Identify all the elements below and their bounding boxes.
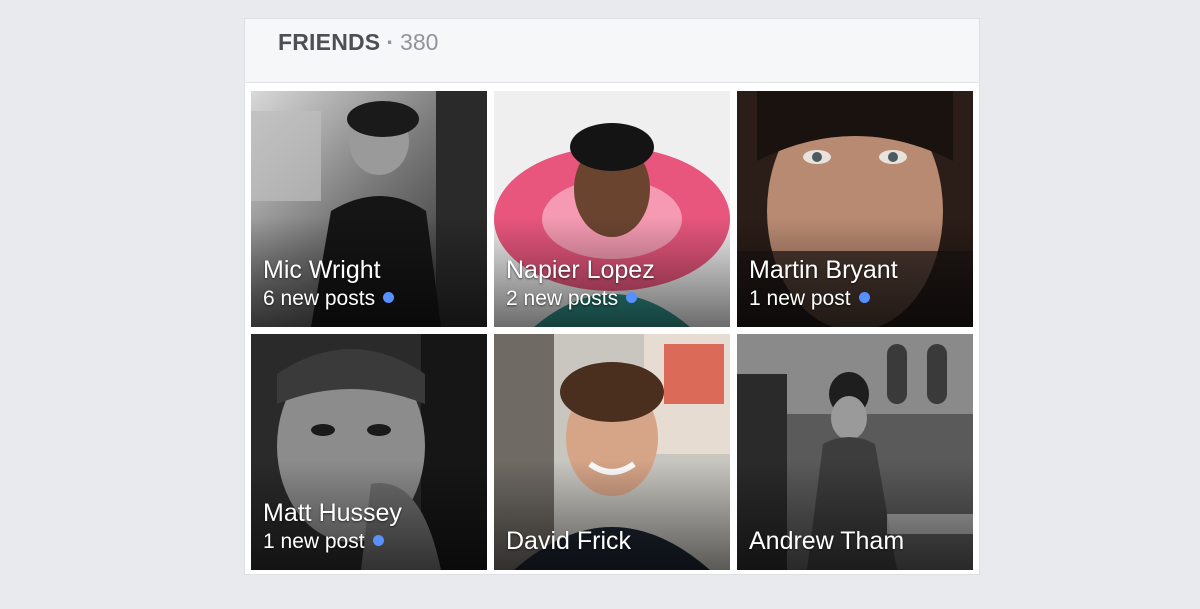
friend-tile-david-frick[interactable]: David Frick [494, 334, 730, 570]
friend-tile-matt-hussey[interactable]: Matt Hussey 1 new post [251, 334, 487, 570]
new-posts-count: 1 new post [749, 285, 965, 313]
friends-count: 380 [400, 29, 439, 55]
new-posts-count: 1 new post [263, 528, 479, 556]
friend-tile-mic-wright[interactable]: Mic Wright 6 new posts [251, 91, 487, 327]
friends-header: FRIENDS · 380 [245, 19, 979, 83]
friend-name[interactable]: Mic Wright [263, 255, 479, 285]
new-posts-count: 2 new posts [506, 285, 722, 313]
unread-dot-icon [372, 535, 384, 546]
unread-dot-icon [383, 292, 395, 303]
new-posts-count: 6 new posts [263, 285, 479, 313]
friend-tile-andrew-tham[interactable]: Andrew Tham [737, 334, 973, 570]
friend-name[interactable]: David Frick [506, 526, 722, 556]
unread-dot-icon [858, 292, 870, 303]
friend-tile-martin-bryant[interactable]: Martin Bryant 1 new post [737, 91, 973, 327]
friend-tile-napier-lopez[interactable]: Napier Lopez 2 new posts [494, 91, 730, 327]
separator-dot: · [386, 29, 395, 55]
friends-label: FRIENDS [278, 29, 381, 55]
friends-title[interactable]: FRIENDS · 380 [278, 29, 438, 55]
friend-name[interactable]: Andrew Tham [749, 526, 965, 556]
unread-dot-icon [626, 292, 638, 303]
friend-name[interactable]: Martin Bryant [749, 255, 965, 285]
friend-name[interactable]: Napier Lopez [506, 255, 722, 285]
friend-name[interactable]: Matt Hussey [263, 498, 479, 528]
friends-card: FRIENDS · 380 Mic Wright 6 new posts Nap… [244, 18, 980, 575]
